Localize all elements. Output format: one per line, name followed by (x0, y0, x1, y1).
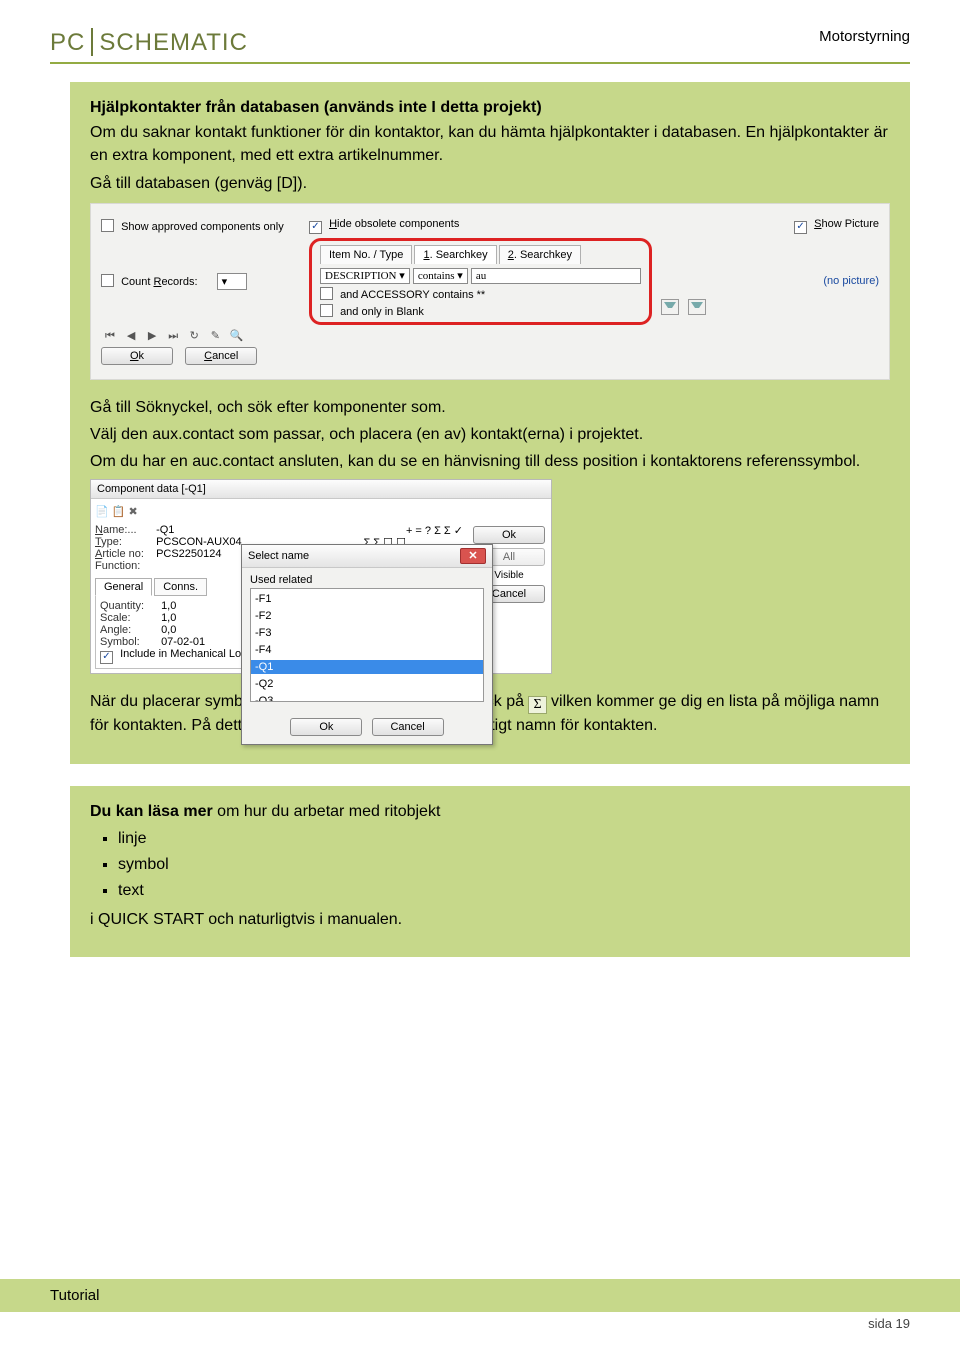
sigma-icon: Σ (528, 696, 546, 714)
name-list[interactable]: -F1-F2-F3-F4-Q1-Q2-Q3-Q4 (250, 588, 484, 702)
and-only-blank-label: and only in Blank (340, 306, 424, 318)
scale-label: Scale: (100, 612, 158, 624)
search-field-combo[interactable]: DESCRIPTION (320, 268, 410, 284)
popup-close-button[interactable]: ✕ (460, 548, 486, 564)
and-only-blank-checkbox[interactable] (320, 304, 333, 317)
logo: PC SCHEMATIC (50, 28, 248, 56)
next-icon[interactable]: ▶ (145, 329, 159, 342)
search-highlight-ring: Item No. / Type 1. Searchkey 2. Searchke… (309, 238, 652, 325)
popup-title: Select name (248, 550, 309, 562)
type-value[interactable]: PCSCON-AUX04 (156, 536, 242, 548)
first-icon[interactable]: ⏮ (103, 330, 117, 343)
section-p1: Om du saknar kontakt funktioner för din … (90, 121, 890, 167)
cancel-button[interactable]: Cancel (185, 347, 257, 365)
name-list-item[interactable]: -F1 (251, 592, 483, 606)
name-list-item[interactable]: -F4 (251, 643, 483, 657)
popup-cancel-button[interactable]: Cancel (372, 718, 444, 736)
symbol-value[interactable]: 07-02-01 (161, 636, 205, 648)
ok-button[interactable]: Ok (101, 347, 173, 365)
name-list-item[interactable]: -F3 (251, 626, 483, 640)
footer-tutorial: Tutorial (0, 1279, 960, 1312)
include-mech-label: Include in Mechanical Loa (120, 648, 247, 660)
name-list-item[interactable]: -Q3 (251, 694, 483, 702)
article-label: Article no: (95, 548, 153, 560)
no-picture-label: (no picture) (823, 275, 879, 287)
section-aux-contacts: Hjälpkontakter från databasen (används i… (70, 82, 910, 764)
name-list-item[interactable]: -F2 (251, 609, 483, 623)
angle-value[interactable]: 0,0 (161, 624, 176, 636)
section-p3: Gå till Söknyckel, och sök efter kompone… (90, 396, 890, 419)
count-records-label: Count Records: (121, 276, 197, 288)
document-title: Motorstyrning (819, 28, 910, 45)
type-label: Type: (95, 536, 153, 548)
tab-item-no[interactable]: Item No. / Type (320, 245, 412, 264)
nav-toolbar: ⏮ ◀ ▶ ⏭ ↻ ✎ 🔍 (101, 329, 301, 343)
read-more-tail: i QUICK START och naturligtvis i manuale… (90, 908, 890, 931)
symbol-label: Symbol: (100, 636, 158, 648)
name-list-item[interactable]: -Q1 (251, 660, 483, 674)
include-mech-checkbox[interactable]: ✓ (100, 651, 113, 664)
find-icon[interactable]: 🔍 (229, 329, 243, 342)
component-data-dialog: Component data [-Q1] 📄 📋 ✖ Name:... -Q1 … (90, 479, 552, 674)
select-name-popup: Select name ✕ Used related -F1 -F2 -F3 -F4 -… (241, 544, 493, 745)
tab-conns[interactable]: Conns. (154, 578, 207, 596)
show-approved-checkbox[interactable] (101, 219, 114, 232)
page-number: sida 19 (0, 1312, 960, 1331)
article-value[interactable]: PCS2250124 (156, 548, 221, 560)
show-picture-label: Show Picture (814, 218, 879, 230)
read-more-item: linje (118, 827, 890, 850)
component-data-title: Component data [-Q1] (91, 480, 551, 499)
section-p4: Välj den aux.contact som passar, och pla… (90, 423, 890, 446)
and-accessory-checkbox[interactable] (320, 287, 333, 300)
section-p5: Om du har en auc.contact ansluten, kan d… (90, 450, 890, 473)
section-read-more: Du kan läsa mer om hur du arbetar med ri… (70, 786, 910, 958)
tab-searchkey-1[interactable]: 1. Searchkey (414, 245, 496, 264)
cd-ok-button[interactable]: Ok (473, 526, 545, 544)
filter-selected-icon[interactable] (688, 299, 706, 315)
hide-obsolete-label: Hide obsolete components (329, 218, 459, 230)
count-records-checkbox[interactable] (101, 274, 114, 287)
tab-general[interactable]: General (95, 578, 152, 596)
section-p2: Gå till databasen (genväg [D]). (90, 172, 890, 195)
refresh-icon[interactable]: ↻ (187, 329, 201, 342)
angle-label: Angle: (100, 624, 158, 636)
search-query-input[interactable]: au (471, 268, 641, 284)
hide-obsolete-checkbox[interactable]: ✓ (309, 221, 322, 234)
read-more-lead: Du kan läsa mer om hur du arbetar med ri… (90, 800, 890, 823)
database-dialog: Show approved components only ✓ Hide obs… (90, 203, 890, 380)
read-more-list: linje symbol text (90, 827, 890, 903)
read-more-item: text (118, 879, 890, 902)
edit-icon[interactable]: ✎ (208, 329, 222, 342)
quantity-value[interactable]: 1,0 (161, 600, 176, 612)
name-list-item[interactable]: -Q2 (251, 677, 483, 691)
name-value[interactable]: -Q1 (156, 524, 174, 536)
logo-part-a: PC (50, 29, 85, 56)
last-icon[interactable]: ⏭ (166, 330, 180, 343)
name-label: Name:... (95, 524, 153, 536)
read-more-lead-a: Du kan läsa mer (90, 803, 213, 820)
popup-ok-button[interactable]: Ok (290, 718, 362, 736)
count-records-combo[interactable] (217, 273, 247, 290)
logo-divider (91, 28, 93, 56)
and-accessory-label: and ACCESSORY contains ** (340, 289, 485, 301)
scale-value[interactable]: 1,0 (161, 612, 176, 624)
read-more-lead-b: om hur du arbetar med ritobjekt (213, 803, 441, 820)
quantity-label: Quantity: (100, 600, 158, 612)
read-more-item: symbol (118, 853, 890, 876)
show-approved-label: Show approved components only (121, 221, 284, 233)
filter-icon[interactable] (661, 299, 679, 315)
cd-top-icons: 📄 📋 ✖ (95, 505, 547, 518)
used-related-label: Used related (250, 574, 484, 586)
prev-icon[interactable]: ◀ (124, 329, 138, 342)
logo-part-b: SCHEMATIC (99, 29, 248, 56)
search-op-combo[interactable]: contains (413, 268, 468, 284)
function-label: Function: (95, 560, 153, 572)
show-picture-checkbox[interactable]: ✓ (794, 221, 807, 234)
tab-searchkey-2[interactable]: 2. Searchkey (499, 245, 581, 264)
section-title: Hjälpkontakter från databasen (används i… (90, 96, 890, 119)
